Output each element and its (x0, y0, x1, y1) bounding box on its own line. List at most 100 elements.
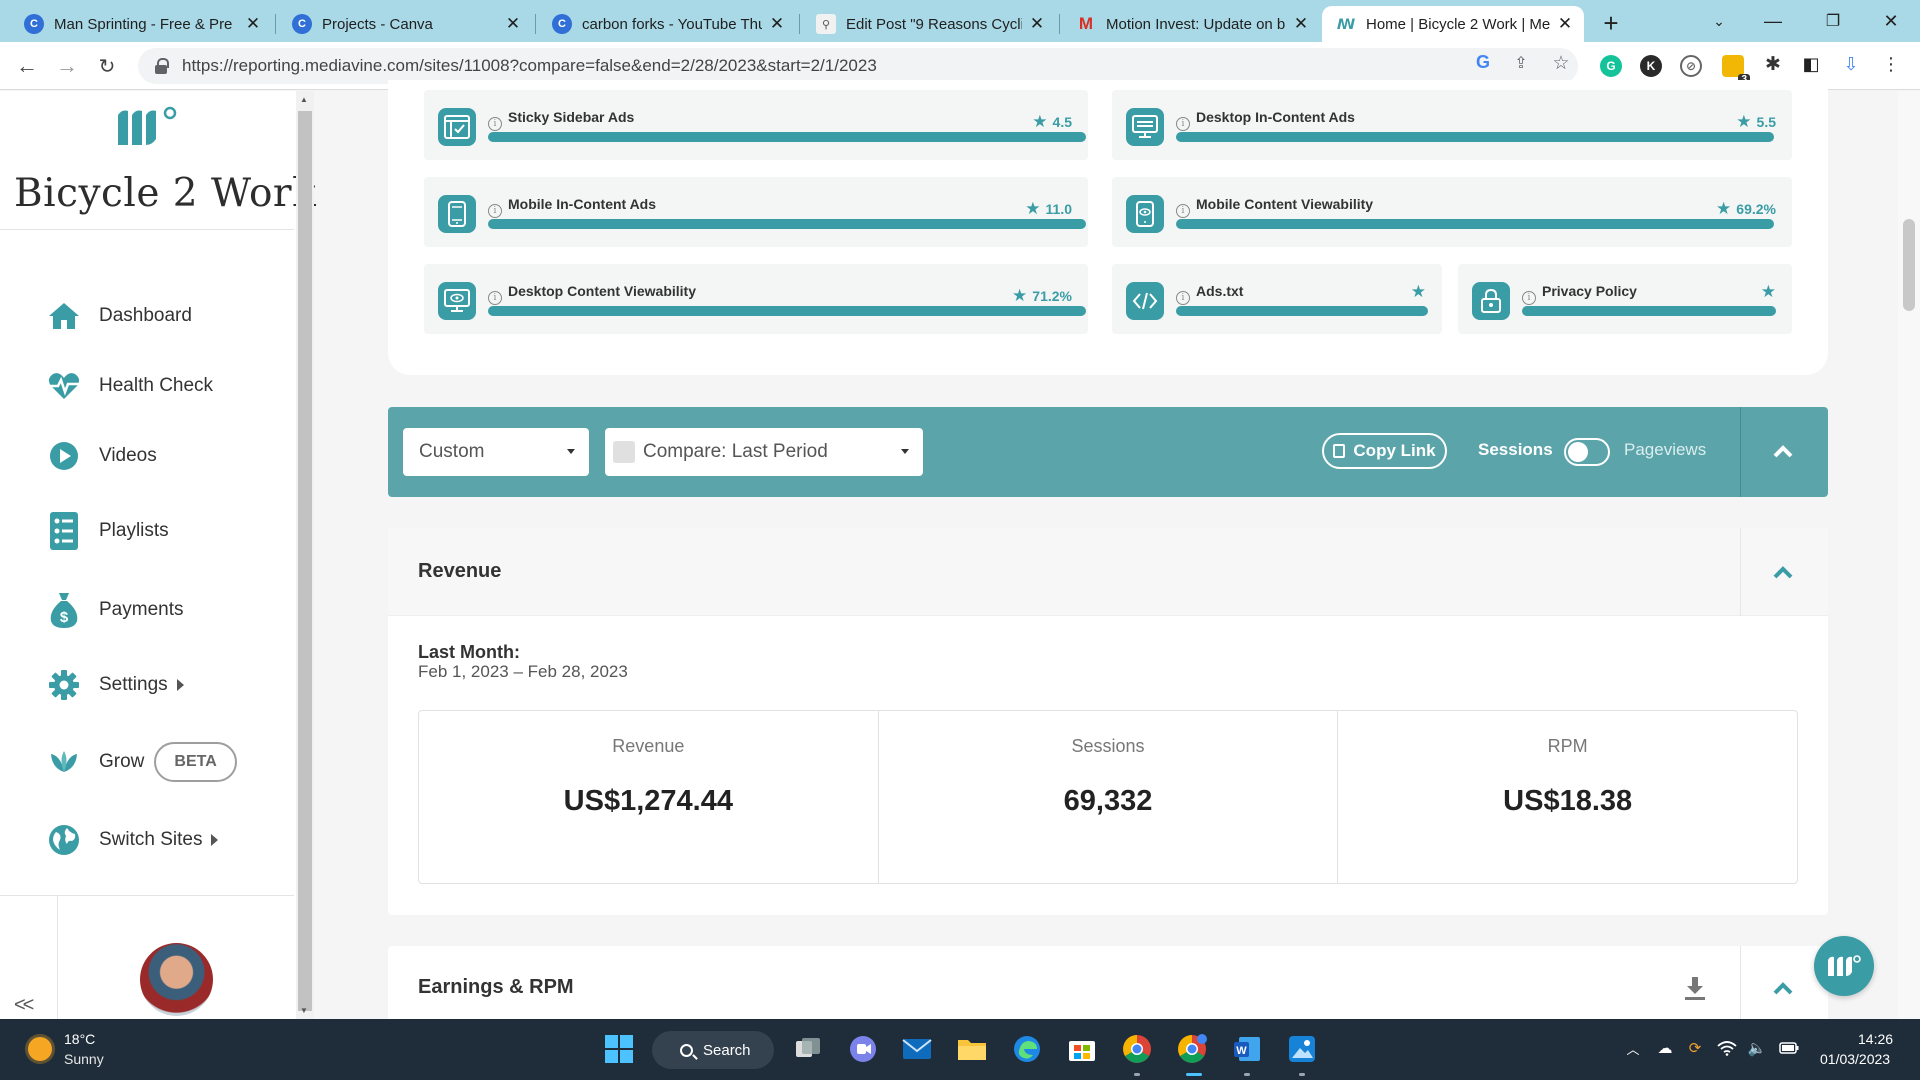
download-icon[interactable] (1684, 976, 1706, 1000)
sidebar-scrollbar[interactable]: ▲ ▼ (296, 91, 314, 1019)
compare-select[interactable]: Compare: Last Period (605, 428, 923, 476)
close-icon[interactable]: ✕ (504, 14, 522, 33)
health-item-desktop-in-content-ads[interactable]: i Desktop In-Content Ads ★ 5.5 (1112, 90, 1792, 160)
address-bar[interactable]: https://reporting.mediavine.com/sites/11… (138, 48, 1578, 84)
browser-tab[interactable]: C carbon forks - YouTube Thu ✕ (538, 6, 796, 42)
chrome-icon[interactable] (1122, 1034, 1152, 1064)
close-icon[interactable]: ✕ (768, 14, 786, 33)
teams-chat-icon[interactable] (848, 1034, 878, 1064)
browser-tab[interactable]: M Motion Invest: Update on b ✕ (1062, 6, 1320, 42)
task-view-icon[interactable] (793, 1034, 823, 1064)
close-icon[interactable]: ✕ (1556, 14, 1574, 33)
collapse-sidebar-button[interactable]: << (14, 994, 34, 1017)
wifi-icon[interactable] (1716, 1037, 1738, 1059)
download-indicator-icon[interactable]: ⇩ (1840, 53, 1862, 75)
browser-tab[interactable]: ⚲ Edit Post "9 Reasons Cyclinc ✕ (802, 6, 1056, 42)
profile-k-icon[interactable]: K (1640, 55, 1662, 77)
mediavine-logo-icon[interactable] (116, 105, 180, 149)
sidebar-item-health-check[interactable]: Health Check (48, 366, 213, 406)
minimize-icon[interactable]: — (1758, 6, 1788, 36)
sidebar-item-payments[interactable]: $ Payments (48, 590, 183, 630)
sun-icon[interactable] (28, 1037, 52, 1061)
page-scrollbar[interactable] (1898, 91, 1920, 1019)
tray-overflow-chevron-icon[interactable]: ︿ (1622, 1037, 1644, 1059)
info-icon[interactable]: i (488, 117, 502, 131)
sidebar-item-settings[interactable]: Settings (48, 665, 184, 705)
extension-badge-icon[interactable]: 3 (1722, 55, 1750, 85)
info-icon[interactable]: i (1522, 291, 1536, 305)
extensions-puzzle-icon[interactable]: ✱ (1762, 53, 1784, 75)
info-icon[interactable]: i (488, 291, 502, 305)
sidebar-item-playlists[interactable]: Playlists (48, 511, 169, 551)
scrollbar-thumb[interactable] (1903, 219, 1915, 311)
sync-icon[interactable]: ⟳ (1684, 1037, 1706, 1059)
collapse-chevron-up-icon[interactable] (1772, 978, 1794, 1000)
avatar[interactable] (140, 943, 213, 1016)
health-item-desktop-content-viewability[interactable]: i Desktop Content Viewability ★ 71.2% (424, 264, 1088, 334)
forward-icon[interactable]: → (52, 51, 82, 81)
google-icon[interactable]: G (1472, 51, 1494, 73)
close-icon[interactable]: ✕ (1028, 14, 1046, 33)
collapse-chevron-up-icon[interactable] (1772, 562, 1794, 584)
sessions-pageviews-toggle[interactable] (1564, 438, 1610, 466)
health-item-score: ★ 11.0 (1025, 199, 1072, 219)
scrollbar-thumb[interactable] (298, 111, 312, 1011)
star-icon: ★ (1716, 199, 1732, 218)
lock-icon[interactable] (154, 58, 169, 74)
word-icon[interactable]: W (1232, 1034, 1262, 1064)
scroll-down-icon[interactable]: ▼ (300, 1006, 308, 1015)
new-tab-button[interactable]: + (1596, 8, 1626, 38)
sidebar-item-dashboard[interactable]: Dashboard (48, 296, 192, 336)
windows-start-icon[interactable] (604, 1034, 634, 1064)
clock-date[interactable]: 01/03/2023 (1820, 1051, 1890, 1067)
close-icon[interactable]: ✕ (1292, 14, 1310, 33)
copy-link-button[interactable]: Copy Link (1322, 433, 1447, 469)
chrome-profile-icon[interactable] (1177, 1034, 1207, 1064)
health-item-privacy-policy[interactable]: i Privacy Policy ★ (1458, 264, 1792, 334)
side-panel-icon[interactable]: ◧ (1800, 53, 1822, 75)
date-range-select[interactable]: Custom (403, 428, 589, 476)
grammarly-icon[interactable]: G (1600, 55, 1622, 77)
sidebar-item-switch-sites[interactable]: Switch Sites (48, 820, 219, 860)
back-icon[interactable]: ← (12, 51, 42, 81)
tab-search-icon[interactable]: ⌄ (1704, 6, 1734, 36)
info-icon[interactable]: i (1176, 204, 1190, 218)
close-window-icon[interactable]: ✕ (1876, 6, 1906, 36)
health-item-mobile-content-viewability[interactable]: i Mobile Content Viewability ★ 69.2% (1112, 177, 1792, 247)
blocker-icon[interactable]: ⊘ (1680, 55, 1702, 77)
edge-icon[interactable] (1012, 1034, 1042, 1064)
browser-tab[interactable]: C Projects - Canva ✕ (278, 6, 532, 42)
health-item-ads-txt[interactable]: i Ads.txt ★ (1112, 264, 1442, 334)
sidebar-item-grow[interactable]: Grow BETA (48, 742, 237, 782)
compare-checkbox[interactable] (613, 441, 635, 463)
file-explorer-icon[interactable] (957, 1034, 987, 1064)
info-icon[interactable]: i (1176, 117, 1190, 131)
collapse-chevron-up-icon[interactable] (1772, 441, 1794, 463)
mediavine-help-button[interactable] (1814, 936, 1874, 996)
volume-icon[interactable]: 🔈 (1746, 1037, 1768, 1059)
photos-icon[interactable] (1287, 1034, 1317, 1064)
sidebar-item-videos[interactable]: Videos (48, 436, 157, 476)
clock-time[interactable]: 14:26 (1858, 1031, 1893, 1047)
browser-tab-active[interactable]: ꟿ Home | Bicycle 2 Work | Me ✕ (1322, 6, 1584, 42)
info-icon[interactable]: i (1176, 291, 1190, 305)
restore-icon[interactable]: ❐ (1818, 6, 1848, 36)
microsoft-store-icon[interactable] (1067, 1034, 1097, 1064)
reload-icon[interactable]: ↻ (92, 51, 122, 81)
info-icon[interactable]: i (488, 204, 502, 218)
browser-tab[interactable]: C Man Sprinting - Free & Pre ✕ (10, 6, 272, 42)
health-item-sticky-sidebar-ads[interactable]: i Sticky Sidebar Ads ★ 4.5 (424, 90, 1088, 160)
weather-description[interactable]: Sunny (64, 1051, 104, 1067)
health-item-mobile-in-content-ads[interactable]: i Mobile In-Content Ads ★ 11.0 (424, 177, 1088, 247)
battery-icon[interactable] (1778, 1037, 1800, 1059)
mail-icon[interactable] (902, 1034, 932, 1064)
browser-menu-icon[interactable]: ⋮ (1880, 53, 1902, 75)
weather-temperature[interactable]: 18°C (64, 1031, 95, 1047)
share-icon[interactable]: ⇪ (1510, 52, 1532, 74)
scroll-up-icon[interactable]: ▲ (300, 95, 308, 104)
money-bag-icon: $ (48, 593, 80, 628)
taskbar-search[interactable]: Search (652, 1031, 774, 1069)
onedrive-cloud-icon[interactable]: ☁ (1654, 1037, 1676, 1059)
bookmark-star-icon[interactable]: ☆ (1550, 52, 1572, 74)
close-icon[interactable]: ✕ (244, 14, 262, 33)
